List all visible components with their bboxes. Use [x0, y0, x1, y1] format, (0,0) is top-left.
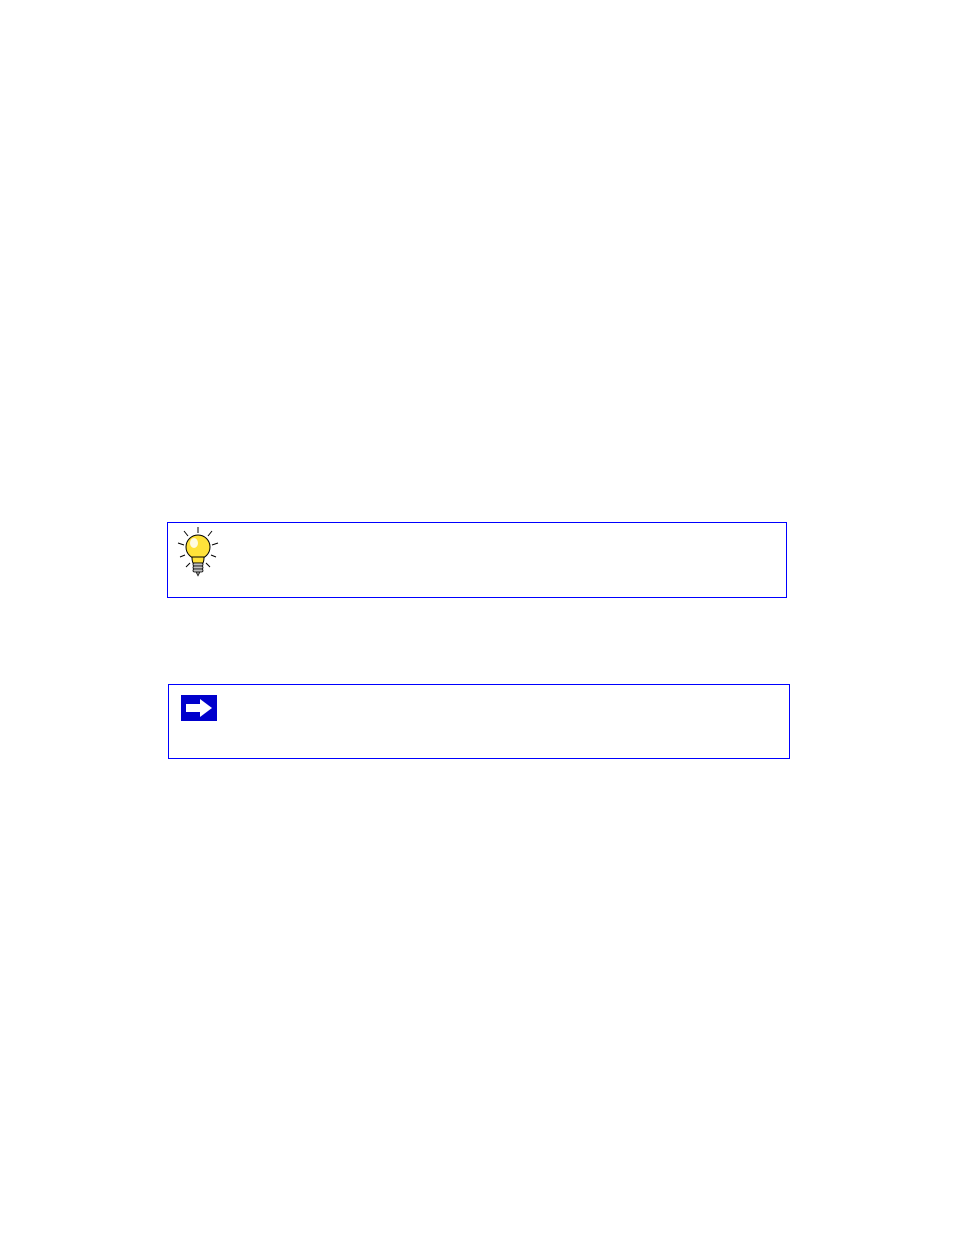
document-page — [0, 0, 954, 1235]
lightbulb-icon — [174, 525, 222, 584]
note-callout — [168, 684, 790, 759]
arrow-right-icon — [181, 695, 217, 726]
tip-callout — [167, 522, 787, 598]
